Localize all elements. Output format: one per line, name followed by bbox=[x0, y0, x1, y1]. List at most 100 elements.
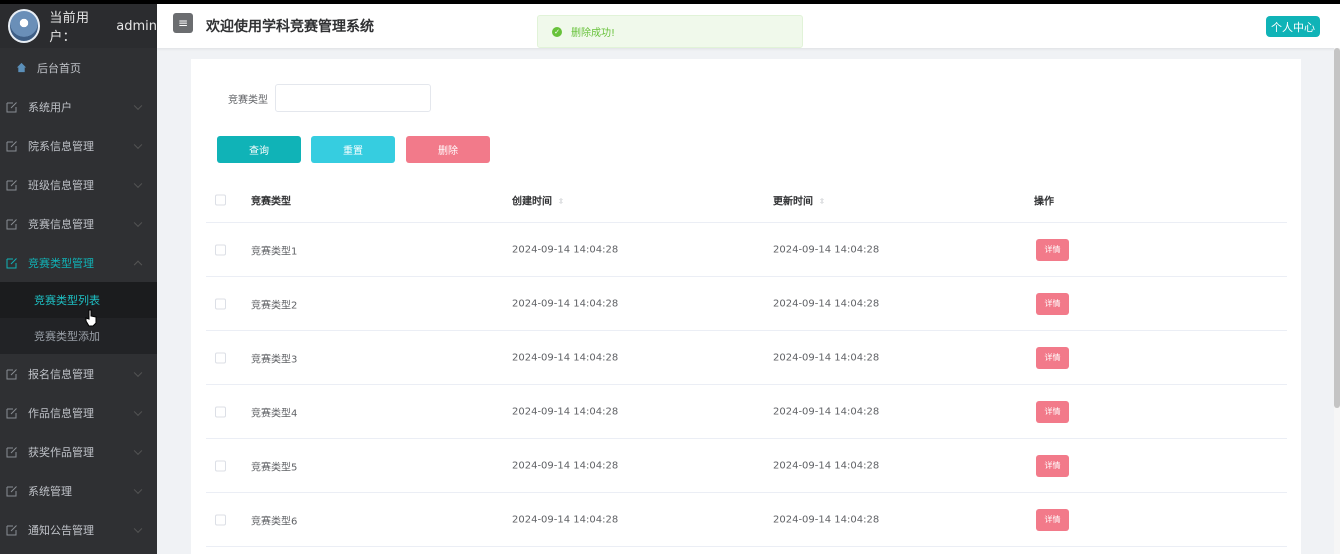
detail-button[interactable]: 详情 bbox=[1036, 346, 1069, 369]
cell-type: 竞赛类型1 bbox=[251, 246, 298, 257]
sidebar-item-label: 院系信息管理 bbox=[28, 139, 94, 153]
cell-type: 竞赛类型3 bbox=[251, 354, 298, 365]
row-checkbox[interactable] bbox=[215, 244, 226, 255]
edit-icon bbox=[6, 140, 18, 152]
chevron-up-icon bbox=[133, 260, 143, 269]
row-checkbox[interactable] bbox=[215, 460, 226, 471]
edit-icon bbox=[6, 257, 18, 269]
edit-icon bbox=[6, 485, 18, 497]
profile-button[interactable]: 个人中心 bbox=[1266, 16, 1320, 37]
edit-icon bbox=[6, 218, 18, 230]
cell-updated: 2024-09-14 14:04:28 bbox=[773, 460, 880, 471]
table-header-row: 竞赛类型 创建时间 ⇳ 更新时间 ⇳ 操作 bbox=[206, 177, 1287, 223]
current-user-name: admin bbox=[116, 18, 157, 34]
delete-button[interactable]: 删除 bbox=[406, 136, 490, 163]
cell-type: 竞赛类型2 bbox=[251, 300, 298, 311]
row-checkbox[interactable] bbox=[215, 298, 226, 309]
sidebar-item-label: 报名信息管理 bbox=[28, 367, 94, 381]
cell-updated: 2024-09-14 14:04:28 bbox=[773, 298, 880, 309]
sidebar-item-0[interactable]: 系统用户 bbox=[0, 87, 157, 126]
row-checkbox[interactable] bbox=[215, 352, 226, 363]
submenu-item-1[interactable]: 竞赛类型添加 bbox=[0, 318, 157, 354]
row-checkbox[interactable] bbox=[215, 406, 226, 417]
sidebar-item-9[interactable]: 通知公告管理 bbox=[0, 510, 157, 549]
column-header-created[interactable]: 创建时间 ⇳ bbox=[512, 192, 564, 207]
sidebar-item-1[interactable]: 院系信息管理 bbox=[0, 126, 157, 165]
column-header-updated-label: 更新时间 bbox=[773, 196, 813, 207]
table-row: 竞赛类型1 2024-09-14 14:04:28 2024-09-14 14:04… bbox=[206, 223, 1287, 277]
edit-icon bbox=[6, 368, 18, 380]
success-toast: ✓ 删除成功! bbox=[537, 15, 803, 48]
edit-icon bbox=[6, 179, 18, 191]
cell-type: 竞赛类型6 bbox=[251, 516, 298, 527]
edit-icon bbox=[6, 407, 18, 419]
cell-type: 竞赛类型5 bbox=[251, 462, 298, 473]
sidebar-item-5[interactable]: 报名信息管理 bbox=[0, 354, 157, 393]
column-header-type: 竞赛类型 bbox=[251, 196, 291, 207]
cell-type: 竞赛类型4 bbox=[251, 408, 298, 419]
sidebar-item-label: 获奖作品管理 bbox=[28, 445, 94, 459]
submenu-item-0[interactable]: 竞赛类型列表 bbox=[0, 282, 157, 318]
table-row: 竞赛类型4 2024-09-14 14:04:28 2024-09-14 14:04… bbox=[206, 385, 1287, 439]
table-row: 竞赛类型5 2024-09-14 14:04:28 2024-09-14 14:04… bbox=[206, 439, 1287, 493]
sidebar-item-4[interactable]: 竞赛类型管理 bbox=[0, 243, 157, 282]
column-header-created-label: 创建时间 bbox=[512, 196, 552, 207]
chevron-down-icon bbox=[133, 368, 143, 377]
cell-created: 2024-09-14 14:04:28 bbox=[512, 352, 619, 363]
filter-label: 竞赛类型 bbox=[228, 95, 268, 106]
sidebar-item-3[interactable]: 竞赛信息管理 bbox=[0, 204, 157, 243]
sidebar-item-6[interactable]: 作品信息管理 bbox=[0, 393, 157, 432]
avatar[interactable] bbox=[8, 9, 41, 43]
sidebar-item-label: 系统管理 bbox=[28, 484, 72, 498]
cell-created: 2024-09-14 14:04:28 bbox=[512, 514, 619, 525]
cell-updated: 2024-09-14 14:04:28 bbox=[773, 406, 880, 417]
row-checkbox[interactable] bbox=[215, 514, 226, 525]
chevron-down-icon bbox=[133, 446, 143, 455]
sidebar-item-label: 系统用户 bbox=[28, 100, 72, 114]
header: ≡ 欢迎使用学科竞赛管理系统 ✓ 删除成功! 个人中心 bbox=[157, 4, 1340, 48]
select-all-checkbox[interactable] bbox=[215, 194, 226, 205]
detail-button[interactable]: 详情 bbox=[1036, 454, 1069, 477]
page-scrollbar[interactable] bbox=[1334, 48, 1340, 554]
chevron-down-icon bbox=[133, 524, 143, 533]
column-header-updated[interactable]: 更新时间 ⇳ bbox=[773, 192, 825, 207]
sidebar-item-8[interactable]: 系统管理 bbox=[0, 471, 157, 510]
menu-toggle-icon[interactable]: ≡ bbox=[173, 13, 193, 33]
system-title: 欢迎使用学科竞赛管理系统 bbox=[206, 19, 374, 35]
chevron-down-icon bbox=[133, 218, 143, 227]
sidebar-item-2[interactable]: 班级信息管理 bbox=[0, 165, 157, 204]
scrollbar-thumb[interactable] bbox=[1334, 48, 1340, 408]
reset-button[interactable]: 重置 bbox=[311, 136, 395, 163]
toast-message: 删除成功! bbox=[571, 28, 616, 39]
sidebar-item-home[interactable]: 后台首页 bbox=[0, 48, 157, 87]
competition-type-input[interactable] bbox=[275, 84, 431, 112]
query-button[interactable]: 查询 bbox=[217, 136, 301, 163]
sidebar-item-label: 通知公告管理 bbox=[28, 523, 94, 537]
sidebar-item-7[interactable]: 获奖作品管理 bbox=[0, 432, 157, 471]
cell-updated: 2024-09-14 14:04:28 bbox=[773, 244, 880, 255]
detail-button[interactable]: 详情 bbox=[1036, 292, 1069, 315]
mouse-pointer-icon bbox=[85, 309, 97, 327]
cell-updated: 2024-09-14 14:04:28 bbox=[773, 352, 880, 363]
chevron-down-icon bbox=[133, 485, 143, 494]
column-header-operation: 操作 bbox=[1034, 196, 1054, 207]
chevron-down-icon bbox=[133, 140, 143, 149]
cell-created: 2024-09-14 14:04:28 bbox=[512, 406, 619, 417]
table-row: 竞赛类型6 2024-09-14 14:04:28 2024-09-14 14:04… bbox=[206, 493, 1287, 547]
cell-created: 2024-09-14 14:04:28 bbox=[512, 460, 619, 471]
edit-icon bbox=[6, 446, 18, 458]
detail-button[interactable]: 详情 bbox=[1036, 238, 1069, 261]
sidebar: 当前用户： admin 后台首页 系统用户 院系信息管理 班级信息管理 竞赛信息管理竞… bbox=[0, 4, 157, 554]
cell-updated: 2024-09-14 14:04:28 bbox=[773, 514, 880, 525]
chevron-down-icon bbox=[133, 101, 143, 110]
home-icon bbox=[15, 62, 27, 74]
data-table: 竞赛类型 创建时间 ⇳ 更新时间 ⇳ 操作 竞赛类型1 2024-09-14 14:0… bbox=[206, 177, 1287, 547]
sort-icon[interactable]: ⇳ bbox=[819, 197, 825, 205]
detail-button[interactable]: 详情 bbox=[1036, 400, 1069, 423]
detail-button[interactable]: 详情 bbox=[1036, 508, 1069, 531]
content-card: 竞赛类型 查询 重置 删除 竞赛类型 创建时间 ⇳ 更新时间 ⇳ 操作 竞赛类型1 2… bbox=[191, 59, 1301, 554]
sidebar-item-label: 竞赛类型管理 bbox=[28, 256, 94, 270]
sort-icon[interactable]: ⇳ bbox=[558, 197, 564, 205]
current-user-label: 当前用户： bbox=[49, 11, 90, 45]
edit-icon bbox=[6, 524, 18, 536]
